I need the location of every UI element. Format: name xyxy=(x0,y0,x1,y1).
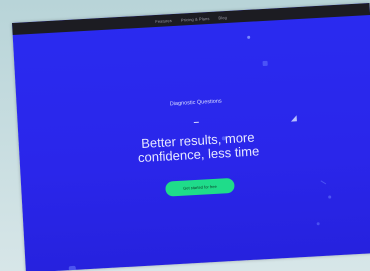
get-started-button[interactable]: Get started for free xyxy=(165,177,235,197)
hero-eyebrow: Diagnostic Questions xyxy=(169,98,222,108)
decorative-dot xyxy=(316,222,320,226)
eyebrow-divider xyxy=(193,121,199,124)
nav-link-features[interactable]: Features xyxy=(155,18,172,24)
nav-link-pricing[interactable]: Pricing & Plans xyxy=(181,15,210,22)
decorative-triangle-icon xyxy=(290,115,297,122)
browser-screen: Features Pricing & Plans Blog Diagnostic… xyxy=(12,3,370,271)
decorative-dot xyxy=(247,35,251,39)
nav-link-blog[interactable]: Blog xyxy=(218,15,227,20)
decorative-dash xyxy=(320,180,327,185)
decorative-dot xyxy=(328,195,332,199)
decorative-square xyxy=(262,60,268,67)
hero-headline: Better results, more confidence, less ti… xyxy=(19,124,370,172)
